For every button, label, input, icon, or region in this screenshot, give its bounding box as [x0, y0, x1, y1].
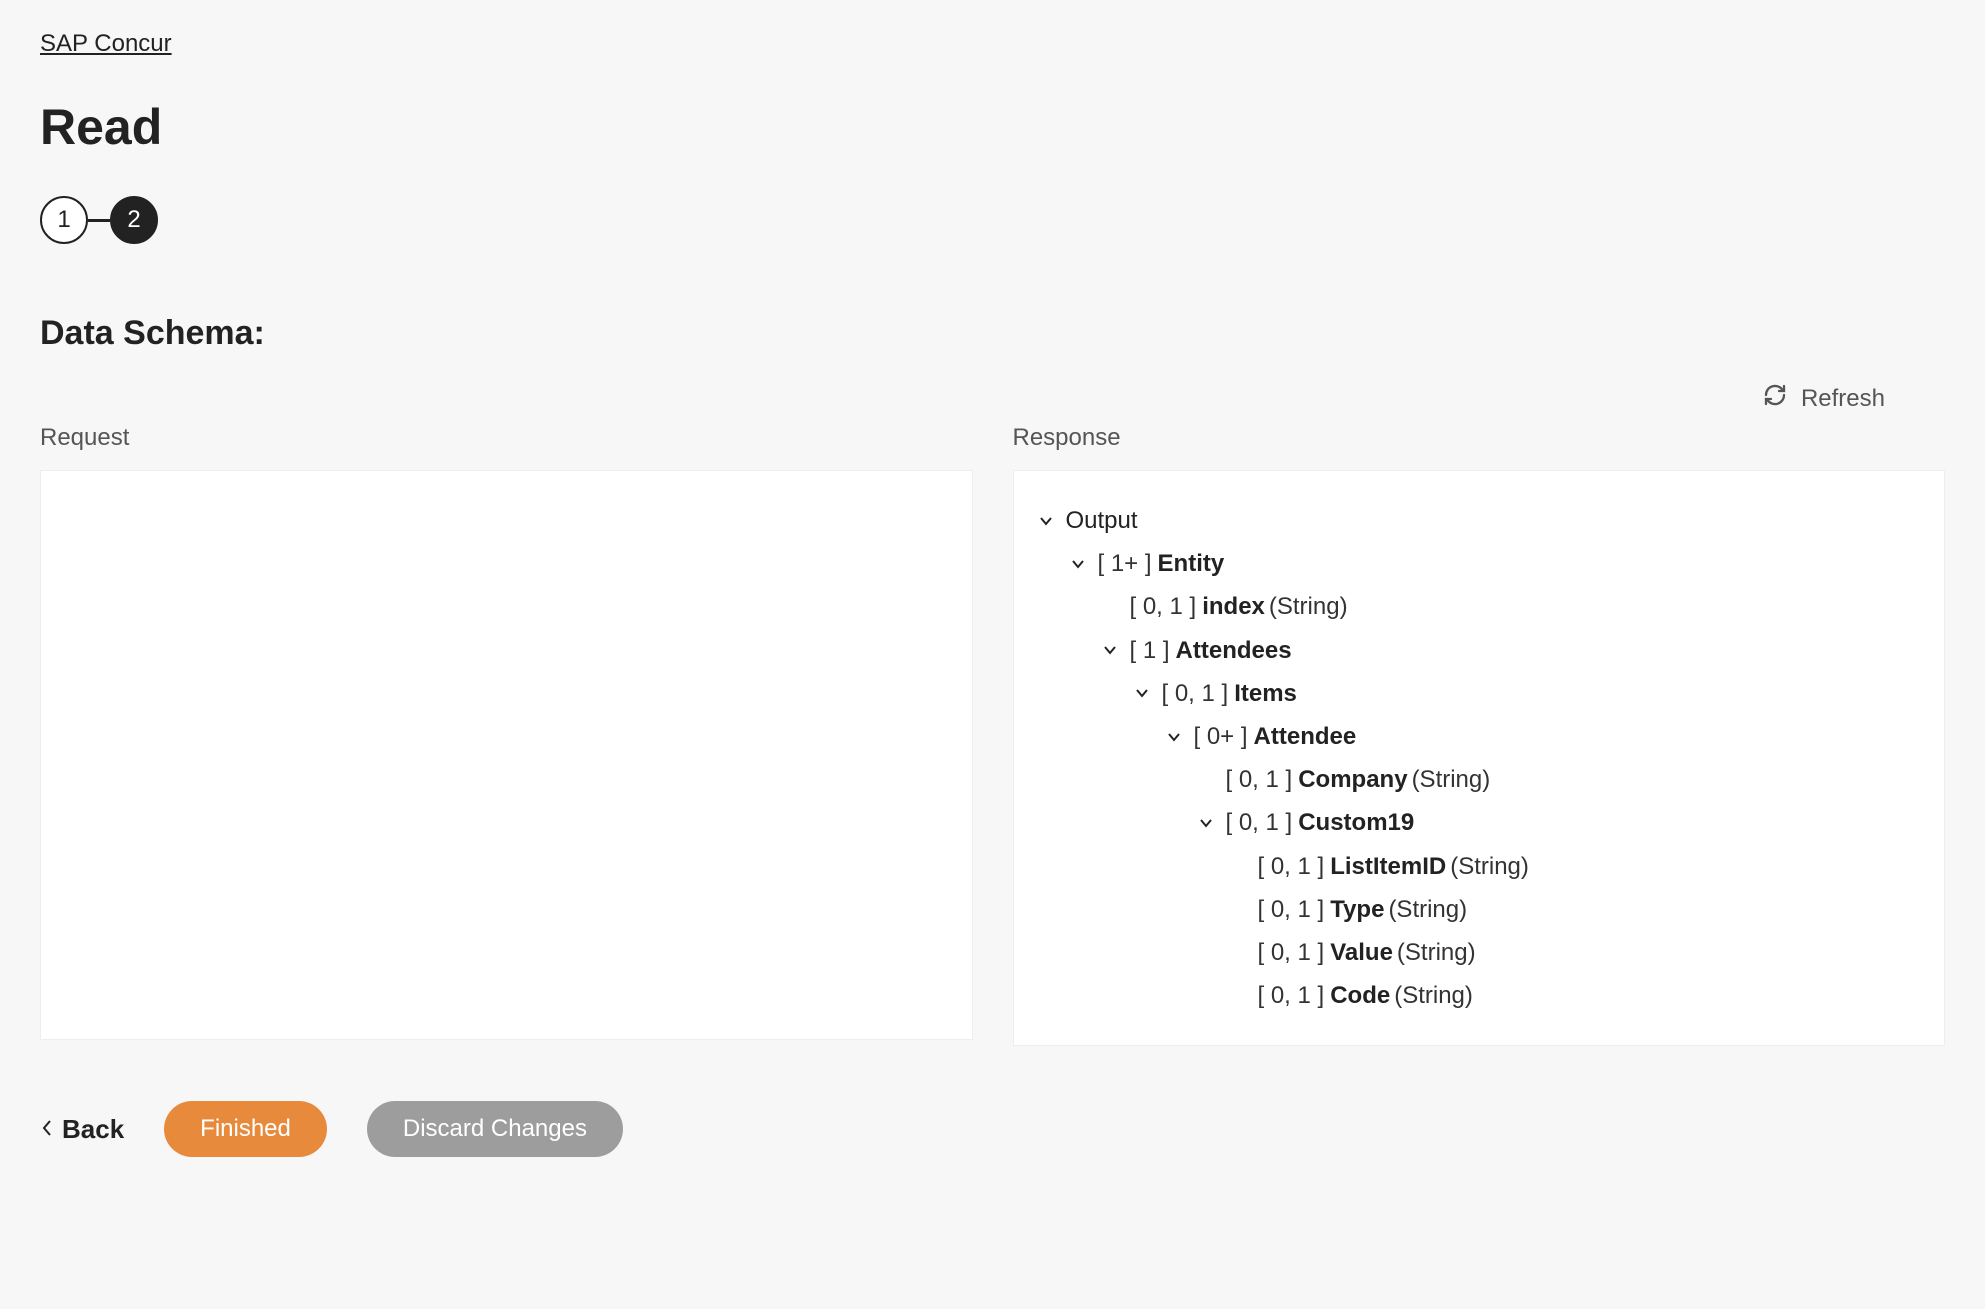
tree-node-cardinality: [ 0, 1 ] [1226, 758, 1293, 801]
tree-node-cardinality: [ 0, 1 ] [1258, 974, 1325, 1017]
tree-node-type-field[interactable]: [ 0, 1 ] Type (String) [1034, 888, 1925, 931]
back-label: Back [62, 1114, 124, 1145]
tree-node-items[interactable]: [ 0, 1 ] Items [1034, 672, 1925, 715]
step-connector [88, 219, 110, 222]
page-title: Read [40, 98, 1945, 156]
tree-node-index[interactable]: [ 0, 1 ] index (String) [1034, 585, 1925, 628]
tree-node-cardinality: [ 0, 1 ] [1130, 585, 1197, 628]
tree-node-cardinality: [ 0, 1 ] [1258, 888, 1325, 931]
tree-node-label: Items [1234, 672, 1297, 715]
tree-node-label: Custom19 [1298, 801, 1414, 844]
step-1[interactable]: 1 [40, 196, 88, 244]
tree-node-type: (String) [1394, 974, 1473, 1017]
tree-node-label: Attendee [1254, 715, 1357, 758]
tree-node-label: Output [1066, 499, 1138, 542]
tree-node-type: (String) [1269, 585, 1348, 628]
chevron-down-icon [1194, 815, 1218, 831]
chevron-down-icon [1130, 685, 1154, 701]
tree-node-cardinality: [ 1+ ] [1098, 542, 1152, 585]
refresh-icon [1763, 383, 1787, 414]
tree-node-label: Type [1330, 888, 1384, 931]
tree-node-cardinality: [ 1 ] [1130, 629, 1170, 672]
finished-button[interactable]: Finished [164, 1101, 327, 1157]
tree-node-label: Code [1330, 974, 1390, 1017]
response-panel[interactable]: Output [ 1+ ] Entity [ 0, 1 ] index ( [1013, 470, 1946, 1046]
tree-node-custom19[interactable]: [ 0, 1 ] Custom19 [1034, 801, 1925, 844]
refresh-button[interactable]: Refresh [1763, 383, 1885, 414]
tree-node-label: ListItemID [1330, 845, 1446, 888]
tree-node-type: (String) [1450, 845, 1529, 888]
tree-node-cardinality: [ 0, 1 ] [1258, 931, 1325, 974]
response-header: Response [1013, 424, 1946, 452]
tree-node-company[interactable]: [ 0, 1 ] Company (String) [1034, 758, 1925, 801]
tree-node-output[interactable]: Output [1034, 499, 1925, 542]
breadcrumb-link[interactable]: SAP Concur [40, 30, 172, 58]
tree-node-label: Value [1330, 931, 1393, 974]
chevron-down-icon [1066, 556, 1090, 572]
request-column: Request [40, 424, 973, 1046]
tree-node-type: (String) [1412, 758, 1491, 801]
request-header: Request [40, 424, 973, 452]
chevron-left-icon [40, 1114, 54, 1145]
step-2[interactable]: 2 [110, 196, 158, 244]
tree-node-label: Entity [1158, 542, 1225, 585]
tree-node-cardinality: [ 0, 1 ] [1258, 845, 1325, 888]
tree-node-code-field[interactable]: [ 0, 1 ] Code (String) [1034, 974, 1925, 1017]
section-title: Data Schema: [40, 314, 1945, 353]
refresh-label: Refresh [1801, 385, 1885, 413]
chevron-down-icon [1098, 642, 1122, 658]
back-button[interactable]: Back [40, 1114, 124, 1145]
tree-node-label: Company [1298, 758, 1407, 801]
tree-node-label: Attendees [1176, 629, 1292, 672]
chevron-down-icon [1162, 729, 1186, 745]
tree-node-value-field[interactable]: [ 0, 1 ] Value (String) [1034, 931, 1925, 974]
tree-node-attendees[interactable]: [ 1 ] Attendees [1034, 629, 1925, 672]
tree-node-listitemid[interactable]: [ 0, 1 ] ListItemID (String) [1034, 845, 1925, 888]
tree-node-type: (String) [1397, 931, 1476, 974]
wizard-stepper: 1 2 [40, 196, 1945, 244]
tree-node-cardinality: [ 0+ ] [1194, 715, 1248, 758]
discard-changes-button[interactable]: Discard Changes [367, 1101, 623, 1157]
request-panel[interactable] [40, 470, 973, 1040]
chevron-down-icon [1034, 513, 1058, 529]
tree-node-label: index [1202, 585, 1265, 628]
response-column: Response Output [ 1+ ] Entity [1013, 424, 1946, 1046]
tree-node-entity[interactable]: [ 1+ ] Entity [1034, 542, 1925, 585]
tree-node-type: (String) [1388, 888, 1467, 931]
tree-node-attendee[interactable]: [ 0+ ] Attendee [1034, 715, 1925, 758]
tree-node-cardinality: [ 0, 1 ] [1162, 672, 1229, 715]
tree-node-cardinality: [ 0, 1 ] [1226, 801, 1293, 844]
